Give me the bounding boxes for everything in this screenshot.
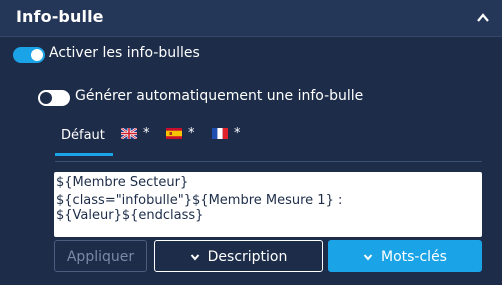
tooltip-template-editor[interactable]: ${Membre Secteur} ${class="infobulle"}${… xyxy=(54,172,482,237)
editor-line: ${Membre Secteur} xyxy=(56,175,189,190)
chevron-down-icon xyxy=(190,254,199,261)
apply-button[interactable]: Appliquer xyxy=(54,240,147,272)
chevron-down-icon xyxy=(363,254,373,261)
auto-generate-toggle-label: Générer automatiquement une info-bulle xyxy=(75,88,364,104)
tab-spanish-marker: * xyxy=(188,126,195,141)
tab-french-marker: * xyxy=(234,126,241,141)
editor-line: ${class="infobulle"}${Membre Mesure 1} :… xyxy=(56,193,343,223)
apply-button-label: Appliquer xyxy=(66,249,135,265)
tab-french[interactable]: * xyxy=(212,124,246,156)
tabs-divider xyxy=(55,161,482,162)
uk-flag-icon xyxy=(121,128,137,139)
tab-default-label: Défaut xyxy=(61,128,105,143)
tab-spanish[interactable]: * xyxy=(166,124,200,156)
description-button[interactable]: Description xyxy=(154,240,323,272)
toggle-knob xyxy=(40,92,52,104)
keywords-button-label: Mots-clés xyxy=(381,249,447,265)
section-title: Info-bulle xyxy=(16,7,104,26)
tab-english[interactable]: * xyxy=(121,124,155,156)
auto-generate-toggle[interactable] xyxy=(38,90,70,106)
toggle-knob xyxy=(31,49,43,61)
tooltips-toggle[interactable] xyxy=(13,47,45,63)
tab-default[interactable]: Défaut xyxy=(55,124,113,156)
section-header[interactable]: Info-bulle xyxy=(0,0,502,37)
chevron-up-icon[interactable] xyxy=(476,11,490,25)
keywords-button[interactable]: Mots-clés xyxy=(328,240,482,272)
france-flag-icon xyxy=(212,128,228,139)
active-tab-indicator xyxy=(55,153,113,156)
spain-flag-icon xyxy=(166,128,182,139)
tooltips-toggle-label: Activer les info-bulles xyxy=(49,45,200,61)
tab-english-marker: * xyxy=(143,126,150,141)
description-button-label: Description xyxy=(207,249,288,265)
